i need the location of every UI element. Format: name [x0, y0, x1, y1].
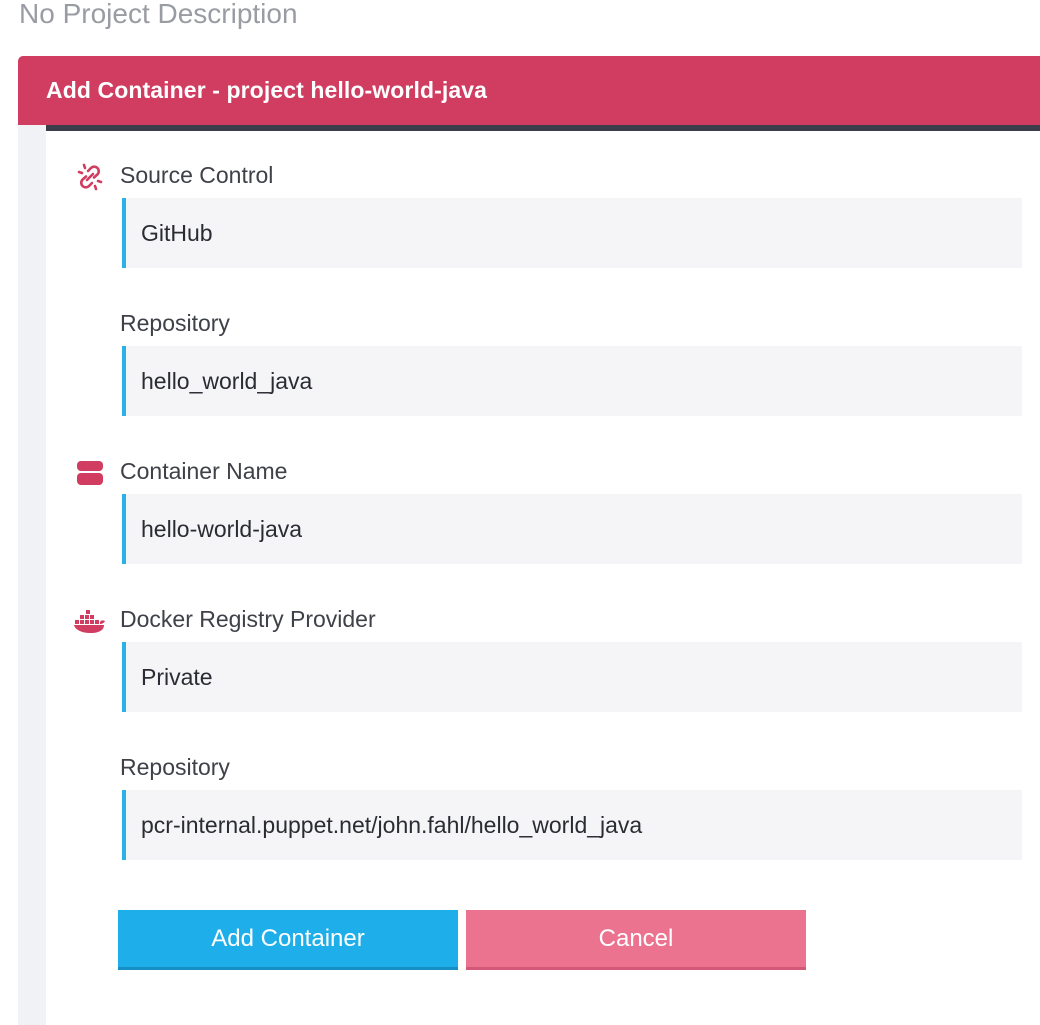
source-control-label: Source Control [120, 162, 274, 188]
container-name-label: Container Name [120, 458, 288, 484]
link-broken-icon [74, 161, 106, 193]
registry-provider-label: Docker Registry Provider [120, 606, 376, 632]
add-container-button[interactable]: Add Container [118, 910, 458, 970]
panel-header: Add Container - project hello-world-java [18, 56, 1040, 125]
registry-repository-field[interactable]: pcr-internal.puppet.net/john.fahl/hello_… [122, 790, 1022, 860]
database-icon [74, 457, 106, 489]
registry-repository-label: Repository [120, 754, 230, 780]
docker-icon [74, 605, 106, 637]
registry-provider-field[interactable]: Private [122, 642, 1022, 712]
panel-title: Add Container - project hello-world-java [46, 77, 488, 103]
container-name-field[interactable]: hello-world-java [122, 494, 1022, 564]
source-repository-label: Repository [120, 310, 230, 336]
source-control-field[interactable]: GitHub [122, 198, 1022, 268]
project-description: No Project Description [19, 0, 298, 29]
cancel-button[interactable]: Cancel [466, 910, 806, 970]
source-repository-field[interactable]: hello_world_java [122, 346, 1022, 416]
